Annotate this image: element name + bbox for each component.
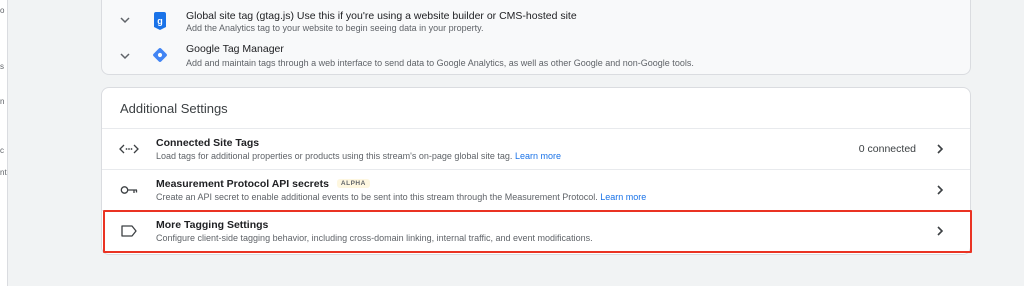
row-title-text: Measurement Protocol API secrets xyxy=(156,178,329,190)
sidebar-fragment: c xyxy=(0,146,4,155)
row-title: Measurement Protocol API secrets ALPHA xyxy=(156,178,370,190)
row-title: Connected Site Tags xyxy=(156,137,260,149)
highlight-box xyxy=(103,210,972,253)
row-description-text: Create an API secret to enable additiona… xyxy=(156,192,598,202)
row-description: Load tags for additional properties or p… xyxy=(156,151,561,161)
additional-settings-header: Additional Settings xyxy=(120,101,228,116)
learn-more-link[interactable]: Learn more xyxy=(515,151,561,161)
tag-option-gtm[interactable]: Google Tag Manager Add and maintain tags… xyxy=(102,38,970,74)
tagging-instructions-card: g Global site tag (gtag.js) Use this if … xyxy=(101,0,971,75)
tag-description: Add the Analytics tag to your website to… xyxy=(186,23,484,33)
svg-text:g: g xyxy=(157,16,163,26)
sidebar-fragment: n xyxy=(0,97,5,106)
gtag-icon: g xyxy=(154,12,166,30)
chevron-right-icon[interactable] xyxy=(934,143,946,155)
connected-count: 0 connected xyxy=(858,143,916,155)
measurement-protocol-row[interactable]: Measurement Protocol API secrets ALPHA Cr… xyxy=(102,169,970,210)
sidebar-fragment: s xyxy=(0,62,4,71)
tag-option-gtag[interactable]: g Global site tag (gtag.js) Use this if … xyxy=(102,2,970,38)
tag-title-rest: Use this if you're using a website build… xyxy=(293,10,577,22)
left-sidebar-edge: o s n c nt xyxy=(0,0,8,286)
tag-title-bold: Global site tag (gtag.js) xyxy=(186,10,294,22)
tag-description: Add and maintain tags through a web inte… xyxy=(186,58,694,68)
sidebar-fragment: o xyxy=(0,6,5,15)
key-icon xyxy=(120,186,138,194)
row-description: Create an API secret to enable additiona… xyxy=(156,192,646,202)
learn-more-link[interactable]: Learn more xyxy=(600,192,646,202)
sidebar-fragment: nt xyxy=(0,168,7,177)
alpha-badge: ALPHA xyxy=(336,179,370,188)
google-tag-manager-icon xyxy=(153,48,167,62)
row-description-text: Load tags for additional properties or p… xyxy=(156,151,513,161)
chevron-down-icon[interactable] xyxy=(119,14,131,26)
chevron-right-icon[interactable] xyxy=(934,184,946,196)
connected-site-tags-row[interactable]: Connected Site Tags Load tags for additi… xyxy=(102,128,970,169)
code-brackets-icon xyxy=(119,144,139,154)
tag-title: Global site tag (gtag.js) Use this if yo… xyxy=(186,10,577,22)
chevron-down-icon[interactable] xyxy=(119,50,131,62)
tag-title: Google Tag Manager xyxy=(186,43,284,55)
